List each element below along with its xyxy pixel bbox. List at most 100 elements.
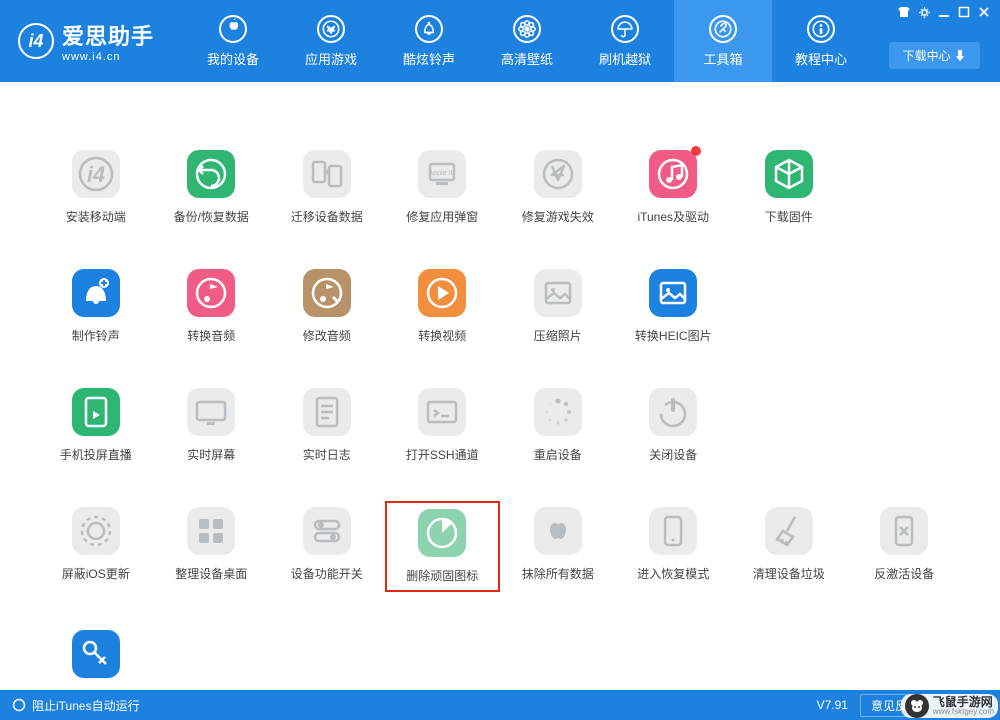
loading-icon — [534, 388, 582, 436]
flower-icon — [513, 15, 541, 43]
tool-music[interactable]: 转换音频 — [154, 263, 270, 350]
maximize-button[interactable] — [954, 3, 974, 21]
tool-appleid[interactable]: Apple ID 修复应用弹窗 — [385, 144, 501, 231]
tool-label: 整理设备桌面 — [175, 565, 247, 582]
grid-icon — [187, 507, 235, 555]
tool-key[interactable]: 访问限制 — [38, 624, 154, 700]
nav-label: 刷机越狱 — [599, 49, 651, 68]
bellplus-icon — [72, 269, 120, 317]
tool-label: 屏蔽iOS更新 — [62, 565, 130, 582]
nav-tools[interactable]: 工具箱 — [674, 0, 772, 82]
tool-screen[interactable]: 手机投屏直播 — [38, 382, 154, 469]
tool-label: 打开SSH通道 — [406, 446, 479, 463]
tools-grid: i4 安装移动端 备份/恢复数据 迁移设备数据 Apple ID 修复应用弹窗 修复游戏失效… — [38, 144, 962, 700]
cube-icon — [765, 150, 813, 198]
tool-phone[interactable]: 进入恢复模式 — [616, 501, 732, 592]
nav-umbrella[interactable]: 刷机越狱 — [576, 0, 674, 82]
tool-label: 压缩照片 — [534, 327, 582, 344]
tool-grid[interactable]: 整理设备桌面 — [154, 501, 270, 592]
log-icon — [303, 388, 351, 436]
download-center-label: 下载中心 — [903, 49, 951, 63]
nav-app[interactable]: 应用游戏 — [282, 0, 380, 82]
download-center-button[interactable]: 下载中心 ⬇ — [889, 42, 980, 69]
umbrella-icon — [611, 15, 639, 43]
music-icon — [187, 269, 235, 317]
window-controls — [894, 3, 994, 21]
nav-label: 我的设备 — [207, 49, 259, 68]
tool-label: 制作铃声 — [72, 327, 120, 344]
tool-label: 重启设备 — [534, 446, 582, 463]
nav-flower[interactable]: 高清壁纸 — [478, 0, 576, 82]
tool-deactivate[interactable]: 反激活设备 — [847, 501, 963, 592]
nav-label: 高清壁纸 — [501, 49, 553, 68]
deactivate-icon — [880, 507, 928, 555]
close-button[interactable] — [974, 3, 994, 21]
tool-appledel[interactable]: 抹除所有数据 — [500, 501, 616, 592]
app-subtitle: www.i4.cn — [62, 51, 154, 63]
screen-icon — [72, 388, 120, 436]
tool-transfer[interactable]: 迁移设备数据 — [269, 144, 385, 231]
tool-label: 迁移设备数据 — [291, 208, 363, 225]
tool-restore[interactable]: 备份/恢复数据 — [154, 144, 270, 231]
play-icon — [418, 269, 466, 317]
tool-power[interactable]: 关闭设备 — [616, 382, 732, 469]
tool-bellplus[interactable]: 制作铃声 — [38, 263, 154, 350]
tool-i4[interactable]: i4 安装移动端 — [38, 144, 154, 231]
version-label: V7.91 — [817, 698, 848, 712]
image-icon — [534, 269, 582, 317]
tool-monitor[interactable]: 实时屏幕 — [154, 382, 270, 469]
tool-heic[interactable]: 转换HEIC图片 — [616, 263, 732, 350]
tool-label: 设备功能开关 — [291, 565, 363, 582]
tool-itunes[interactable]: iTunes及驱动 — [616, 144, 732, 231]
tool-terminal[interactable]: 打开SSH通道 — [385, 382, 501, 469]
tools-icon — [709, 15, 737, 43]
tool-image[interactable]: 压缩照片 — [500, 263, 616, 350]
tool-loading[interactable]: 重启设备 — [500, 382, 616, 469]
tool-label: 清理设备垃圾 — [753, 565, 825, 582]
tool-label: 修复游戏失效 — [522, 208, 594, 225]
tool-label: 修复应用弹窗 — [406, 208, 478, 225]
tool-broom[interactable]: 清理设备垃圾 — [731, 501, 847, 592]
svg-text:i4: i4 — [87, 162, 105, 187]
svg-text:Apple ID: Apple ID — [429, 170, 456, 177]
app-header: i4 爱思助手 www.i4.cn 我的设备 应用游戏酷炫铃声高清壁纸 刷机越狱 工具… — [0, 0, 1000, 82]
content-area: i4 安装移动端 备份/恢复数据 迁移设备数据 Apple ID 修复应用弹窗 修复游戏失效… — [0, 82, 1000, 700]
toggles-icon — [303, 507, 351, 555]
monitor-icon — [187, 388, 235, 436]
nav-bell[interactable]: 酷炫铃声 — [380, 0, 478, 82]
bell-icon — [415, 15, 443, 43]
main-nav: 我的设备 应用游戏酷炫铃声高清壁纸 刷机越狱 工具箱 教程中心 — [184, 0, 870, 82]
block-itunes-toggle[interactable]: 阻止iTunes自动运行 — [32, 697, 140, 714]
gear-icon — [72, 507, 120, 555]
mouse-icon — [905, 694, 929, 718]
app-icon — [317, 15, 345, 43]
nav-apple[interactable]: 我的设备 — [184, 0, 282, 82]
notification-badge — [691, 146, 701, 156]
tool-label: 转换视频 — [418, 327, 466, 344]
app-title: 爱思助手 — [62, 19, 154, 51]
logo[interactable]: i4 爱思助手 www.i4.cn — [0, 19, 154, 63]
tool-log[interactable]: 实时日志 — [269, 382, 385, 469]
minimize-button[interactable] — [934, 3, 954, 21]
tool-play[interactable]: 转换视频 — [385, 263, 501, 350]
pie-icon — [418, 509, 466, 557]
tool-cube[interactable]: 下载固件 — [731, 144, 847, 231]
apple-icon — [219, 15, 247, 43]
tool-label: 反激活设备 — [874, 565, 934, 582]
tool-pie[interactable]: 删除顽固图标 — [385, 501, 501, 592]
tool-gear[interactable]: 屏蔽iOS更新 — [38, 501, 154, 592]
tool-musicedit[interactable]: 修改音频 — [269, 263, 385, 350]
tool-toggles[interactable]: 设备功能开关 — [269, 501, 385, 592]
nav-label: 工具箱 — [704, 49, 743, 68]
musicedit-icon — [303, 269, 351, 317]
gear-icon[interactable] — [914, 3, 934, 21]
shirt-icon[interactable] — [894, 3, 914, 21]
tool-label: 转换音频 — [187, 327, 235, 344]
nav-info[interactable]: 教程中心 — [772, 0, 870, 82]
tool-appstore[interactable]: 修复游戏失效 — [500, 144, 616, 231]
tool-label: 备份/恢复数据 — [174, 208, 249, 225]
tool-label: 删除顽固图标 — [406, 567, 478, 584]
appleid-icon: Apple ID — [418, 150, 466, 198]
tool-label: 安装移动端 — [66, 208, 126, 225]
transfer-icon — [303, 150, 351, 198]
